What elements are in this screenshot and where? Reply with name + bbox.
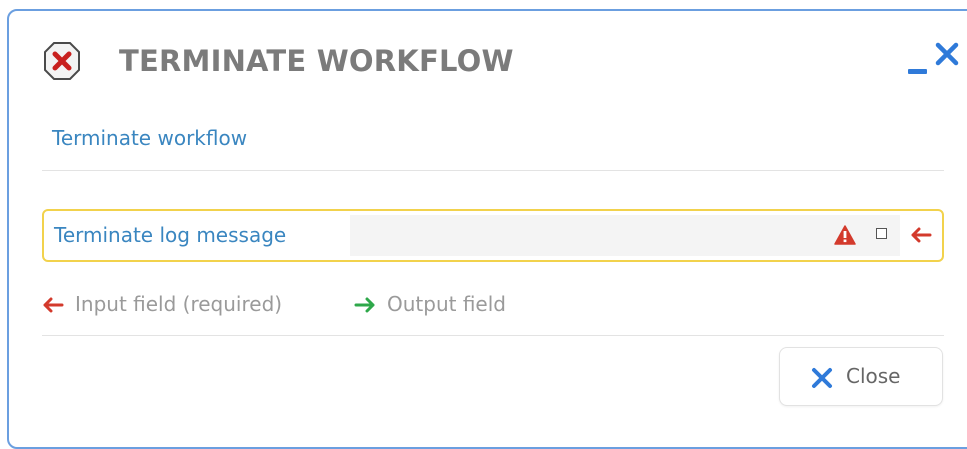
x-in-octagon-icon bbox=[44, 42, 80, 80]
x-icon bbox=[812, 368, 832, 388]
close-icon[interactable] bbox=[934, 41, 960, 67]
field-label: Terminate log message bbox=[54, 223, 287, 247]
close-button-label: Close bbox=[846, 364, 901, 388]
dialog-title: TERMINATE WORKFLOW bbox=[119, 44, 514, 78]
divider bbox=[42, 335, 944, 336]
terminate-log-message-field: Terminate log message bbox=[42, 209, 944, 262]
divider bbox=[42, 170, 944, 171]
output-field-legend-label: Output field bbox=[387, 292, 506, 316]
right-arrow-icon bbox=[354, 297, 375, 313]
minimize-icon[interactable] bbox=[908, 69, 927, 74]
input-field-legend-label: Input field (required) bbox=[75, 292, 283, 316]
terminate-log-message-input[interactable] bbox=[350, 215, 900, 256]
warning-triangle-icon bbox=[834, 225, 856, 245]
left-arrow-icon bbox=[43, 297, 64, 313]
field-checkbox[interactable] bbox=[876, 228, 887, 239]
left-arrow-icon bbox=[911, 227, 932, 243]
dialog-subtitle: Terminate workflow bbox=[52, 126, 248, 150]
window-controls bbox=[904, 39, 966, 74]
close-button[interactable]: Close bbox=[779, 347, 943, 406]
